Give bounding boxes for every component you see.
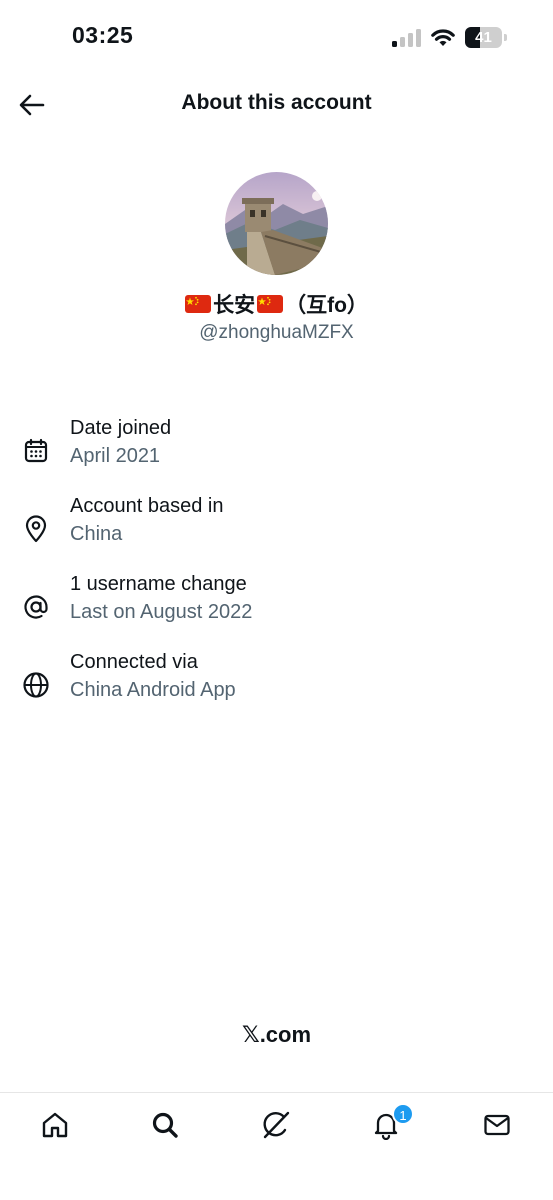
info-account-location: Account based in China	[0, 495, 553, 557]
brand-suffix: .com	[259, 1022, 312, 1047]
nav-messages[interactable]	[477, 1107, 517, 1143]
info-username-change: 1 username change Last on August 2022	[0, 573, 553, 635]
username-handle: @zhonghuaMZFX	[199, 322, 354, 343]
display-name-text: 长安	[213, 294, 256, 317]
home-icon	[42, 1112, 68, 1138]
x-logo-icon: 𝕏	[241, 1023, 260, 1048]
info-label: Date joined	[70, 417, 172, 439]
info-value: China Android App	[70, 679, 236, 701]
nav-home[interactable]	[35, 1107, 75, 1143]
battery-level: 41	[475, 29, 492, 46]
page-title: About this account	[181, 91, 372, 114]
globe-icon	[20, 669, 52, 701]
avatar[interactable]	[225, 172, 328, 275]
info-label: Account based in	[70, 495, 224, 517]
search-icon	[152, 1112, 178, 1138]
info-date-joined: Date joined April 2021	[0, 417, 553, 479]
x-com-link[interactable]: 𝕏.com	[0, 1022, 553, 1048]
bottom-navigation: 1	[0, 1092, 553, 1200]
nav-grok[interactable]	[256, 1107, 296, 1143]
header: About this account	[0, 76, 553, 134]
nav-search[interactable]	[145, 1107, 185, 1143]
display-name: 长安 （互fo）	[0, 289, 553, 319]
info-label: Connected via	[70, 651, 198, 673]
grok-icon	[263, 1111, 290, 1139]
notification-badge: 1	[392, 1103, 414, 1125]
display-name-suffix: （互fo）	[285, 294, 368, 317]
messages-icon	[484, 1114, 510, 1136]
china-flag-icon	[185, 295, 212, 313]
info-value: April 2021	[70, 445, 161, 467]
wifi-icon	[431, 29, 455, 46]
status-bar: 03:25 41	[0, 0, 553, 76]
info-connected-via: Connected via China Android App	[0, 651, 553, 713]
status-time: 03:25	[72, 22, 134, 48]
battery-icon: 41	[465, 27, 507, 48]
at-sign-icon	[20, 591, 52, 623]
info-value: Last on August 2022	[70, 601, 253, 623]
calendar-icon	[20, 435, 52, 467]
china-flag-icon	[257, 295, 284, 313]
info-label: 1 username change	[70, 573, 247, 595]
info-value: China	[70, 523, 123, 545]
cellular-signal-icon	[392, 29, 422, 47]
location-pin-icon	[20, 513, 52, 545]
